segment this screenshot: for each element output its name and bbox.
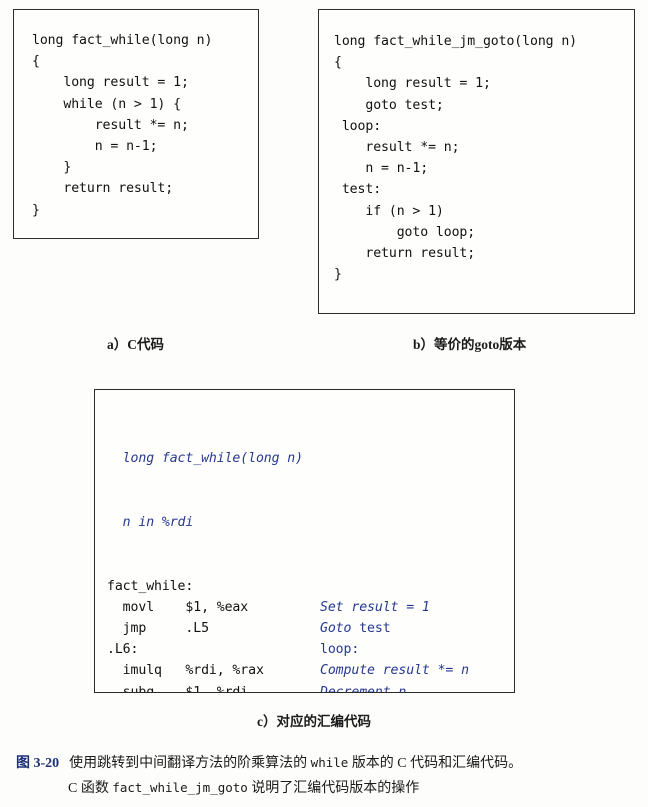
assembly-instruction: movl $1, %eax: [107, 599, 249, 615]
assembly-instruction: .L6:: [107, 642, 139, 658]
assembly-comment-italic: Goto: [320, 621, 360, 636]
assembly-line: imulq %rdi, %rax Compute result *= n: [107, 660, 514, 681]
caption-l1-pre: 使用跳转到中间翻译方法的阶乘算法的: [69, 756, 311, 771]
assembly-comment-label: loop:: [320, 642, 360, 658]
assembly-line: fact_while:: [107, 576, 514, 597]
assembly-line: subq $1, %rdi Decrement n: [107, 682, 514, 693]
assembly-comment: Goto test: [320, 618, 391, 639]
assembly-line: jmp .L5 Goto test: [107, 618, 514, 639]
assembly-instruction: imulq %rdi, %rax: [107, 663, 264, 679]
assembly-header-line-1: long fact_while(long n): [107, 451, 303, 467]
c-code-panel: long fact_while(long n) { long result = …: [13, 9, 259, 239]
assembly-code-text: long fact_while(long n) n in %rdi fact_w…: [95, 390, 514, 693]
caption-l2-post: 说明了汇编代码版本的操作: [247, 781, 420, 796]
assembly-line: movl $1, %eax Set result = 1: [107, 597, 514, 618]
figure-number: 图 3-20: [16, 756, 60, 771]
assembly-comment-italic: Decrement n: [320, 684, 407, 693]
figure-caption-line-2: C 函数 fact_while_jm_goto 说明了汇编代码版本的操作: [68, 775, 636, 802]
caption-l1-mono: while: [310, 755, 349, 770]
assembly-header-line-2: n in %rdi: [107, 515, 194, 531]
goto-code-panel: long fact_while_jm_goto(long n) { long r…: [318, 9, 635, 314]
assembly-line: .L6: loop:: [107, 639, 514, 660]
assembly-comment: Set result = 1: [320, 597, 430, 618]
assembly-instruction-list: fact_while: movl $1, %eax Set result = 1 …: [107, 576, 514, 693]
panel-b-caption: b）等价的goto版本: [413, 337, 527, 352]
figure-caption-line-1: 使用跳转到中间翻译方法的阶乘算法的 while 版本的 C 代码和汇编代码。: [69, 755, 523, 771]
assembly-comment-label: test: [359, 621, 391, 636]
panel-c-caption: c）对应的汇编代码: [257, 714, 371, 729]
caption-l1-post: 版本的 C 代码和汇编代码。: [348, 756, 523, 771]
assembly-comment-italic: Set result = 1: [320, 599, 430, 615]
caption-l2-pre: C 函数: [68, 781, 113, 796]
assembly-instruction: jmp .L5: [107, 621, 209, 636]
panel-a-caption: a）C代码: [107, 337, 164, 352]
assembly-comment: loop:: [320, 639, 359, 660]
assembly-comment-italic: Compute result *= n: [320, 663, 469, 679]
assembly-instruction: subq $1, %rdi: [107, 684, 249, 693]
assembly-comment: Decrement n: [320, 682, 407, 693]
assembly-instruction: fact_while:: [107, 578, 194, 594]
c-code-text: long fact_while(long n) { long result = …: [32, 33, 213, 218]
caption-l2-mono: fact_while_jm_goto: [112, 780, 248, 795]
assembly-comment: Compute result *= n: [320, 660, 469, 681]
figure-caption: 图 3-20 使用跳转到中间翻译方法的阶乘算法的 while 版本的 C 代码和汇…: [16, 750, 636, 802]
goto-code-text: long fact_while_jm_goto(long n) { long r…: [334, 34, 578, 283]
assembly-code-panel: long fact_while(long n) n in %rdi fact_w…: [94, 389, 515, 693]
